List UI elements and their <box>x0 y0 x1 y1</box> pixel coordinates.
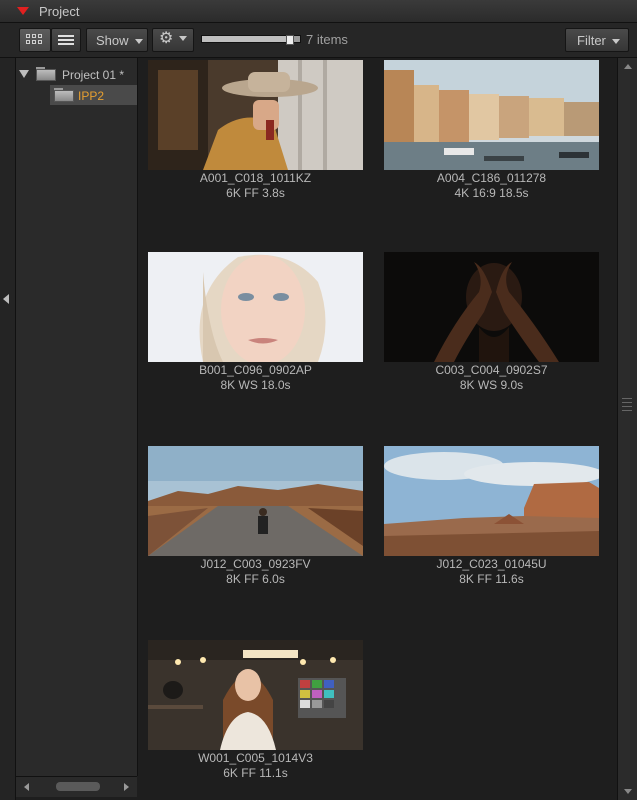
clip-thumbnail[interactable] <box>384 446 599 556</box>
project-tree: Project 01 * IPP2 <box>16 58 138 776</box>
expand-left-arrow-icon[interactable] <box>3 294 9 304</box>
clip-name: C003_C004_0902S7 <box>435 363 548 377</box>
scroll-left-icon[interactable] <box>24 783 29 791</box>
show-dropdown[interactable]: Show <box>86 28 148 52</box>
grid-view-icon <box>26 34 42 46</box>
clip-name: W001_C005_1014V3 <box>198 751 313 765</box>
scroll-down-icon[interactable] <box>624 789 632 794</box>
folder-icon <box>54 88 74 102</box>
settings-dropdown[interactable]: ⚙ <box>152 28 194 52</box>
clip-tile[interactable]: J012_C023_01045U 8K FF 11.6s <box>384 446 599 586</box>
show-label: Show <box>96 33 129 48</box>
tree-item-project-label: Project 01 * <box>62 68 125 82</box>
tree-item-ipp2-label: IPP2 <box>78 89 105 103</box>
clip-name: A001_C018_1011KZ <box>199 171 312 185</box>
collapse-triangle-icon[interactable] <box>17 7 29 15</box>
expand-triangle-icon[interactable] <box>19 70 29 78</box>
clip-tile[interactable]: A004_C186_011278 4K 16:9 18.5s <box>384 60 599 200</box>
clip-tile[interactable]: B001_C096_0902AP 8K WS 18.0s <box>148 252 363 392</box>
clip-name: B001_C096_0902AP <box>199 363 312 377</box>
clip-meta: 8K FF 6.0s <box>226 572 285 586</box>
clip-tile[interactable]: J012_C003_0923FV 8K FF 6.0s <box>148 446 363 586</box>
clip-gallery: A001_C018_1011KZ 6K FF 3.8s A004_C186_01… <box>138 58 617 800</box>
thumbnail-size-slider[interactable] <box>201 35 301 45</box>
panel-title: Project <box>39 4 80 19</box>
clip-name: J012_C003_0923FV <box>200 557 311 571</box>
list-view-button[interactable] <box>51 28 81 52</box>
clip-thumbnail[interactable] <box>148 60 363 170</box>
items-count: 7 items <box>306 32 348 47</box>
clip-meta: 4K 16:9 18.5s <box>454 186 529 200</box>
tree-item-project[interactable]: Project 01 * <box>16 64 137 84</box>
list-view-icon <box>58 35 74 46</box>
slider-fill <box>202 36 291 42</box>
clip-thumbnail[interactable] <box>148 252 363 362</box>
grid-view-button[interactable] <box>19 28 51 52</box>
clip-meta: 6K FF 11.1s <box>223 766 288 780</box>
filter-label: Filter <box>577 33 606 48</box>
clip-tile[interactable]: A001_C018_1011KZ 6K FF 3.8s <box>148 60 363 200</box>
folder-icon <box>36 67 56 81</box>
scroll-right-icon[interactable] <box>124 783 129 791</box>
gear-icon: ⚙ <box>159 30 174 47</box>
chevron-down-icon <box>134 39 143 45</box>
filter-dropdown[interactable]: Filter <box>565 28 629 52</box>
clip-meta: 8K FF 11.6s <box>459 572 524 586</box>
panel-header[interactable]: Project <box>0 0 637 23</box>
clip-name: A004_C186_011278 <box>436 171 547 185</box>
tree-horizontal-scrollbar[interactable] <box>16 776 137 797</box>
clip-meta: 6K FF 3.8s <box>226 186 285 200</box>
clip-tile[interactable]: W001_C005_1014V3 6K FF 11.1s <box>148 640 363 780</box>
gallery-vertical-scrollbar[interactable] <box>617 58 637 800</box>
clip-thumbnail[interactable] <box>148 446 363 556</box>
clip-meta: 8K WS 18.0s <box>220 378 291 392</box>
scroll-grip-icon[interactable] <box>622 394 632 418</box>
clip-tile[interactable]: C003_C004_0902S7 8K WS 9.0s <box>384 252 599 392</box>
clip-meta: 8K WS 9.0s <box>459 378 524 392</box>
clip-name: J012_C023_01045U <box>436 557 547 571</box>
clip-thumbnail[interactable] <box>384 60 599 170</box>
slider-thumb[interactable] <box>286 35 295 45</box>
clip-thumbnail[interactable] <box>148 640 363 750</box>
clip-thumbnail[interactable] <box>384 252 599 362</box>
scroll-thumb[interactable] <box>56 782 100 791</box>
chevron-down-icon <box>611 39 620 45</box>
scroll-up-icon[interactable] <box>624 64 632 69</box>
chevron-down-icon <box>179 36 188 42</box>
left-panel-handle[interactable] <box>0 58 16 800</box>
tree-item-ipp2[interactable]: IPP2 <box>50 85 137 105</box>
